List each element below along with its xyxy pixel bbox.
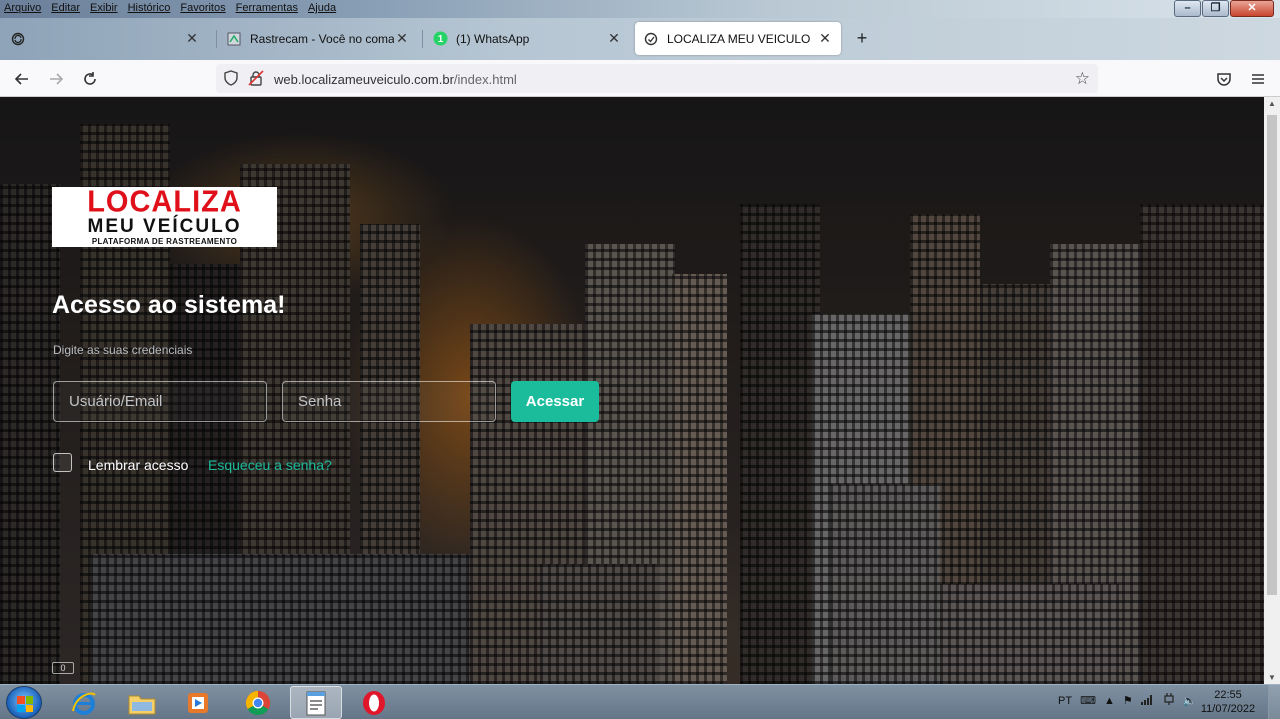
pocket-icon xyxy=(1217,73,1231,86)
accessibility-icon[interactable]: 0 xyxy=(52,662,74,674)
taskbar-clock[interactable]: 22:55 11/07/2022 xyxy=(1196,688,1260,716)
action-center-flag-icon[interactable]: ⚑ xyxy=(1123,694,1133,707)
maximize-button[interactable]: ❐ xyxy=(1202,0,1229,17)
tab-whatsapp[interactable]: 1 (1) WhatsApp ✕ xyxy=(424,22,630,55)
tab-separator xyxy=(422,30,423,48)
remember-label[interactable]: Lembrar acesso xyxy=(88,457,188,473)
username-input[interactable] xyxy=(53,381,267,422)
url-bar[interactable]: web.localizameuveiculo.com.br/index.html… xyxy=(216,64,1098,93)
scroll-thumb[interactable] xyxy=(1267,115,1277,595)
whatsapp-icon: 1 xyxy=(432,31,448,47)
logo-line-1: LOCALIZA xyxy=(87,185,242,219)
scroll-up-icon[interactable]: ▲ xyxy=(1268,99,1276,108)
close-tab-icon[interactable]: ✕ xyxy=(606,30,622,47)
pocket-button[interactable] xyxy=(1212,67,1236,91)
login-button[interactable]: Acessar xyxy=(511,381,599,422)
reload-button[interactable] xyxy=(78,67,102,91)
arrow-left-icon xyxy=(14,73,28,85)
scroll-down-icon[interactable]: ▼ xyxy=(1268,673,1276,682)
page-subtitle: Digite as suas credenciais xyxy=(53,343,193,357)
menu-historico[interactable]: Histórico xyxy=(128,2,171,14)
power-plug-icon[interactable] xyxy=(1163,692,1175,709)
logo-line-3: PLATAFORMA DE RASTREAMENTO xyxy=(91,237,238,246)
forward-button[interactable] xyxy=(44,67,68,91)
menu-ferramentas[interactable]: Ferramentas xyxy=(236,2,298,14)
url-path: /index.html xyxy=(453,72,517,87)
window-controls: – ❐ ✕ xyxy=(1173,0,1274,17)
tab-separator xyxy=(216,30,217,48)
back-button[interactable] xyxy=(10,67,34,91)
url-text[interactable]: web.localizameuveiculo.com.br/index.html xyxy=(274,72,517,87)
keyboard-icon[interactable]: ⌨ xyxy=(1080,694,1096,707)
tab-rastrecam[interactable]: Rastrecam - Você no comando ✕ xyxy=(218,22,418,55)
tab-sync[interactable]: ✕ xyxy=(2,22,208,55)
tab-strip: ✕ Rastrecam - Você no comando ✕ 1 (1) Wh… xyxy=(0,18,1280,60)
firefox-sync-icon xyxy=(10,31,26,47)
opera-icon[interactable] xyxy=(348,686,400,719)
tab-localiza[interactable]: LOCALIZA MEU VEICULO ✕ xyxy=(635,22,841,55)
app-menu-button[interactable] xyxy=(1246,67,1270,91)
menu-ajuda[interactable]: Ajuda xyxy=(308,2,336,14)
forgot-password-link[interactable]: Esqueceu a senha? xyxy=(208,457,332,473)
notepad-icon[interactable] xyxy=(290,686,342,719)
reload-icon xyxy=(84,72,96,85)
svg-text:1: 1 xyxy=(437,34,443,45)
clock-time: 22:55 xyxy=(1214,689,1242,701)
menu-arquivo[interactable]: Arquivo xyxy=(4,2,41,14)
show-hidden-icons-icon[interactable]: ▲ xyxy=(1104,695,1115,707)
tab-title: LOCALIZA MEU VEICULO xyxy=(667,31,811,46)
remember-checkbox[interactable] xyxy=(53,453,72,472)
minimize-button[interactable]: – xyxy=(1174,0,1201,17)
page-title: Acesso ao sistema! xyxy=(52,291,286,319)
rastrecam-icon xyxy=(226,31,242,47)
show-desktop-button[interactable] xyxy=(1268,685,1280,719)
language-indicator[interactable]: PT xyxy=(1058,695,1072,707)
close-tab-icon[interactable]: ✕ xyxy=(817,30,833,47)
url-host: web.localizameuveiculo.com.br xyxy=(274,72,454,87)
start-button[interactable] xyxy=(6,686,42,719)
page-scrollbar[interactable]: ▲ ▼ xyxy=(1264,97,1280,684)
tab-title: Rastrecam - Você no comando xyxy=(250,31,394,46)
menu-favoritos[interactable]: Favoritos xyxy=(180,2,225,14)
system-tray: PT ⌨ ▲ ⚑ 🔈 xyxy=(1058,692,1196,709)
menu-items: Arquivo Editar Exibir Histórico Favorito… xyxy=(4,2,336,14)
taskbar: PT ⌨ ▲ ⚑ 🔈 22:55 11/07/2022 xyxy=(0,684,1280,719)
tab-title: (1) WhatsApp xyxy=(456,31,530,46)
shield-icon[interactable] xyxy=(223,70,239,86)
new-tab-button[interactable]: + xyxy=(852,28,872,49)
menu-bar: Arquivo Editar Exibir Histórico Favorito… xyxy=(0,0,1280,18)
insecure-lock-icon[interactable] xyxy=(248,70,264,86)
logo-line-2: MEU VEÍCULO xyxy=(87,216,242,237)
menu-exibir[interactable]: Exibir xyxy=(90,2,118,14)
site-logo: LOCALIZA MEU VEÍCULO PLATAFORMA DE RASTR… xyxy=(52,187,277,247)
navigation-bar: web.localizameuveiculo.com.br/index.html… xyxy=(0,60,1280,97)
arrow-right-icon xyxy=(50,73,64,85)
media-player-icon[interactable] xyxy=(172,686,224,719)
close-tab-icon[interactable]: ✕ xyxy=(184,30,200,47)
network-signal-icon[interactable] xyxy=(1140,693,1155,708)
password-input[interactable] xyxy=(282,381,496,422)
volume-icon[interactable]: 🔈 xyxy=(1183,694,1197,707)
clock-date: 11/07/2022 xyxy=(1200,703,1256,715)
bookmark-star-icon[interactable]: ☆ xyxy=(1075,69,1090,89)
chrome-icon[interactable] xyxy=(232,686,284,719)
close-tab-icon[interactable]: ✕ xyxy=(394,30,410,47)
windows-logo-icon xyxy=(17,696,33,712)
hamburger-menu-icon xyxy=(1252,74,1264,84)
file-explorer-icon[interactable] xyxy=(116,686,168,719)
internet-explorer-icon[interactable] xyxy=(58,686,110,719)
page-viewport: LOCALIZA MEU VEÍCULO PLATAFORMA DE RASTR… xyxy=(0,97,1264,684)
site-icon xyxy=(643,31,659,47)
close-window-button[interactable]: ✕ xyxy=(1230,0,1274,17)
menu-editar[interactable]: Editar xyxy=(51,2,80,14)
